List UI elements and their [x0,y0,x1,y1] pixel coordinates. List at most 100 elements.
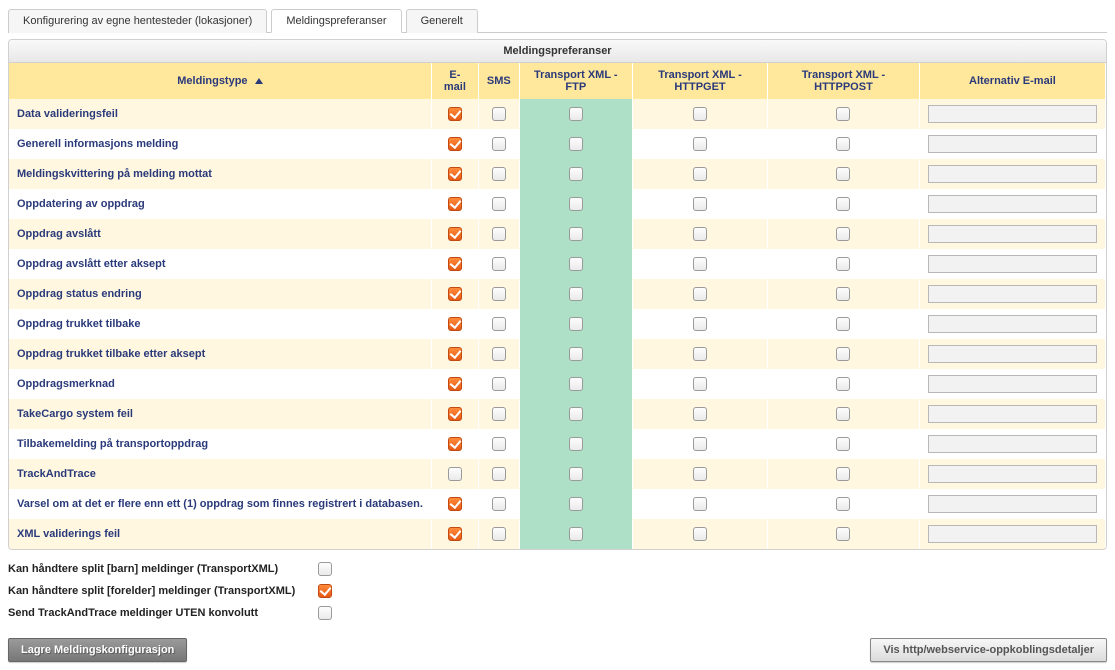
checkbox-httpget[interactable] [693,467,707,481]
checkbox-httppost[interactable] [836,347,850,361]
checkbox-httpget[interactable] [693,107,707,121]
checkbox-httpget[interactable] [693,257,707,271]
checkbox-httpget[interactable] [693,287,707,301]
checkbox-ftp[interactable] [569,227,583,241]
checkbox-email[interactable] [448,227,462,241]
checkbox-httpget[interactable] [693,407,707,421]
col-httppost[interactable]: Transport XML - HTTPPOST [768,63,920,99]
checkbox-httpget[interactable] [693,527,707,541]
checkbox-sms[interactable] [492,317,506,331]
checkbox-ftp[interactable] [569,287,583,301]
checkbox-ftp[interactable] [569,407,583,421]
checkbox-httppost[interactable] [836,227,850,241]
tab-1[interactable]: Meldingspreferanser [271,9,401,33]
alt-email-input[interactable] [928,435,1097,453]
checkbox-sms[interactable] [492,287,506,301]
checkbox-ftp[interactable] [569,437,583,451]
checkbox-ftp[interactable] [569,137,583,151]
checkbox-httppost[interactable] [836,377,850,391]
checkbox-httpget[interactable] [693,197,707,211]
checkbox-sms[interactable] [492,347,506,361]
alt-email-input[interactable] [928,135,1097,153]
checkbox-httppost[interactable] [836,107,850,121]
col-sms[interactable]: SMS [478,63,519,99]
checkbox-email[interactable] [448,527,462,541]
checkbox-httppost[interactable] [836,167,850,181]
col-email[interactable]: E-mail [431,63,478,99]
checkbox-httpget[interactable] [693,377,707,391]
checkbox-email[interactable] [448,467,462,481]
checkbox-httppost[interactable] [836,197,850,211]
checkbox-httpget[interactable] [693,137,707,151]
alt-email-input[interactable] [928,495,1097,513]
alt-email-input[interactable] [928,255,1097,273]
col-httpget[interactable]: Transport XML - HTTPGET [632,63,767,99]
checkbox-email[interactable] [448,497,462,511]
col-type[interactable]: Meldingstype [9,63,431,99]
checkbox-httppost[interactable] [836,257,850,271]
checkbox-email[interactable] [448,407,462,421]
checkbox-httpget[interactable] [693,437,707,451]
checkbox-sms[interactable] [492,137,506,151]
save-button[interactable]: Lagre Meldingskonfigurasjon [8,638,187,662]
alt-email-input[interactable] [928,285,1097,303]
checkbox-httppost[interactable] [836,467,850,481]
checkbox-httpget[interactable] [693,347,707,361]
alt-email-input[interactable] [928,375,1097,393]
checkbox-sms[interactable] [492,497,506,511]
checkbox-ftp[interactable] [569,107,583,121]
alt-email-input[interactable] [928,405,1097,423]
checkbox-sms[interactable] [492,437,506,451]
checkbox-ftp[interactable] [569,497,583,511]
checkbox-ftp[interactable] [569,197,583,211]
col-ftp[interactable]: Transport XML - FTP [519,63,632,99]
checkbox-email[interactable] [448,287,462,301]
checkbox-httpget[interactable] [693,227,707,241]
checkbox-email[interactable] [448,437,462,451]
alt-email-input[interactable] [928,465,1097,483]
option-checkbox[interactable] [318,606,332,620]
checkbox-httppost[interactable] [836,527,850,541]
checkbox-email[interactable] [448,347,462,361]
checkbox-ftp[interactable] [569,317,583,331]
checkbox-email[interactable] [448,107,462,121]
checkbox-httppost[interactable] [836,137,850,151]
checkbox-ftp[interactable] [569,377,583,391]
checkbox-httppost[interactable] [836,317,850,331]
checkbox-sms[interactable] [492,167,506,181]
tab-2[interactable]: Generelt [406,9,478,33]
checkbox-httpget[interactable] [693,317,707,331]
alt-email-input[interactable] [928,165,1097,183]
checkbox-sms[interactable] [492,197,506,211]
checkbox-ftp[interactable] [569,527,583,541]
checkbox-httppost[interactable] [836,497,850,511]
col-altemail[interactable]: Alternativ E-mail [919,63,1105,99]
checkbox-email[interactable] [448,377,462,391]
checkbox-ftp[interactable] [569,257,583,271]
checkbox-httppost[interactable] [836,407,850,421]
checkbox-httppost[interactable] [836,287,850,301]
checkbox-ftp[interactable] [569,347,583,361]
option-checkbox[interactable] [318,562,332,576]
checkbox-sms[interactable] [492,377,506,391]
option-checkbox[interactable] [318,584,332,598]
checkbox-sms[interactable] [492,257,506,271]
checkbox-sms[interactable] [492,227,506,241]
checkbox-httpget[interactable] [693,167,707,181]
checkbox-email[interactable] [448,317,462,331]
alt-email-input[interactable] [928,105,1097,123]
checkbox-ftp[interactable] [569,467,583,481]
checkbox-email[interactable] [448,137,462,151]
checkbox-email[interactable] [448,167,462,181]
checkbox-sms[interactable] [492,527,506,541]
show-details-button[interactable]: Vis http/webservice-oppkoblingsdetaljer [870,638,1107,662]
checkbox-email[interactable] [448,257,462,271]
checkbox-ftp[interactable] [569,167,583,181]
alt-email-input[interactable] [928,315,1097,333]
alt-email-input[interactable] [928,195,1097,213]
checkbox-httppost[interactable] [836,437,850,451]
checkbox-sms[interactable] [492,107,506,121]
checkbox-sms[interactable] [492,407,506,421]
checkbox-sms[interactable] [492,467,506,481]
alt-email-input[interactable] [928,225,1097,243]
